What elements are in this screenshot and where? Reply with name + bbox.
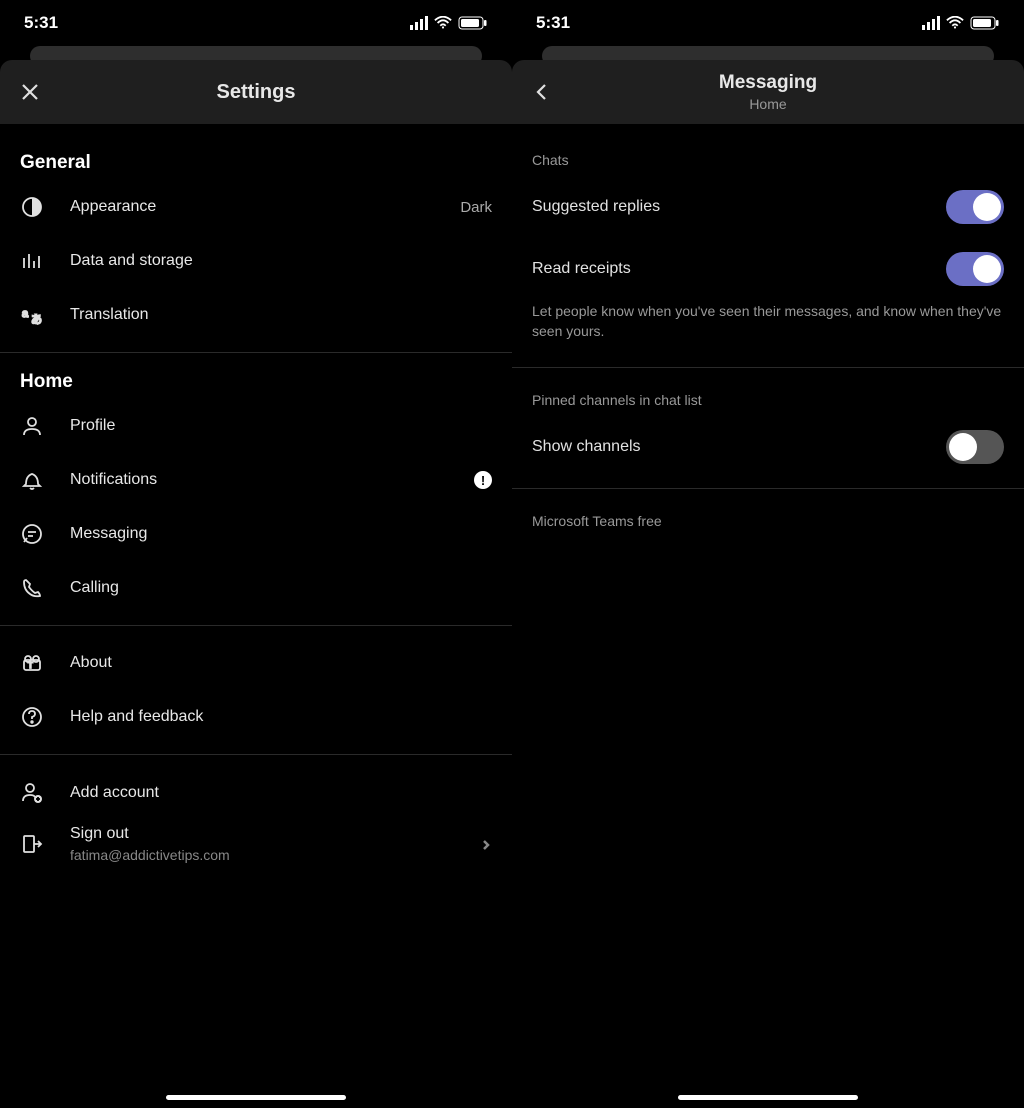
read-receipts-label: Read receipts — [532, 260, 946, 278]
appearance-icon — [20, 195, 44, 219]
suggested-replies-toggle[interactable] — [946, 190, 1004, 224]
sign-out-label: Sign out — [70, 825, 480, 843]
close-icon[interactable] — [18, 80, 42, 104]
translation-icon: aあ — [20, 303, 44, 327]
messaging-title: Messaging — [530, 72, 1006, 94]
status-bar: 5:31 — [0, 0, 512, 46]
svg-text:あ: あ — [31, 313, 42, 326]
signal-icon — [922, 16, 940, 30]
row-notifications[interactable]: Notifications ! — [0, 453, 512, 507]
section-pinned: Pinned channels in chat list — [512, 378, 1024, 416]
messaging-icon — [20, 522, 44, 546]
row-sign-out[interactable]: Sign out fatima@addictivetips.com — [0, 819, 512, 877]
translation-label: Translation — [70, 306, 492, 324]
section-home: Home — [0, 363, 512, 399]
battery-icon — [458, 16, 488, 30]
settings-screen: 5:31 Settings General Appearance Dark Da… — [0, 0, 512, 1108]
wifi-icon — [434, 16, 452, 30]
data-storage-icon — [20, 249, 44, 273]
suggested-replies-label: Suggested replies — [532, 198, 946, 216]
home-indicator[interactable] — [678, 1095, 858, 1100]
row-add-account[interactable]: Add account — [0, 765, 512, 819]
notifications-label: Notifications — [70, 471, 474, 489]
messaging-content[interactable]: Chats Suggested replies Read receipts Le… — [512, 124, 1024, 1108]
show-channels-label: Show channels — [532, 438, 946, 456]
row-help[interactable]: Help and feedback — [0, 690, 512, 744]
back-icon[interactable] — [530, 80, 554, 104]
notifications-icon — [20, 468, 44, 492]
wifi-icon — [946, 16, 964, 30]
settings-content[interactable]: General Appearance Dark Data and storage… — [0, 124, 512, 1108]
profile-label: Profile — [70, 417, 492, 435]
profile-icon — [20, 414, 44, 438]
row-profile[interactable]: Profile — [0, 399, 512, 453]
alert-badge: ! — [474, 471, 492, 489]
row-calling[interactable]: Calling — [0, 561, 512, 615]
help-icon — [20, 705, 44, 729]
status-time: 5:31 — [24, 13, 58, 33]
divider — [0, 625, 512, 626]
add-account-icon — [20, 781, 44, 805]
section-general: General — [0, 144, 512, 180]
calling-icon — [20, 576, 44, 600]
data-storage-label: Data and storage — [70, 252, 492, 270]
messaging-header: Messaging Home — [512, 60, 1024, 124]
row-read-receipts[interactable]: Read receipts — [512, 238, 1024, 300]
show-channels-toggle[interactable] — [946, 430, 1004, 464]
messaging-label: Messaging — [70, 525, 492, 543]
sign-out-email: fatima@addictivetips.com — [70, 847, 480, 863]
divider — [512, 367, 1024, 368]
svg-text:T: T — [28, 661, 33, 670]
sheet-stack — [10, 46, 502, 60]
row-suggested-replies[interactable]: Suggested replies — [512, 176, 1024, 238]
section-chats: Chats — [512, 152, 1024, 176]
signal-icon — [410, 16, 428, 30]
sign-out-icon — [20, 832, 44, 856]
sheet-stack — [522, 46, 1014, 60]
divider — [0, 754, 512, 755]
home-indicator[interactable] — [166, 1095, 346, 1100]
divider — [0, 352, 512, 353]
appearance-value: Dark — [460, 199, 492, 216]
settings-header: Settings — [0, 60, 512, 124]
about-icon: T — [20, 651, 44, 675]
status-right — [922, 16, 1000, 30]
read-receipts-helper: Let people know when you've seen their m… — [512, 300, 1024, 357]
row-data-storage[interactable]: Data and storage — [0, 234, 512, 288]
appearance-label: Appearance — [70, 198, 460, 216]
about-label: About — [70, 654, 492, 672]
help-label: Help and feedback — [70, 708, 492, 726]
row-show-channels[interactable]: Show channels — [512, 416, 1024, 478]
svg-text:a: a — [22, 308, 29, 320]
row-messaging[interactable]: Messaging — [0, 507, 512, 561]
chevron-right-icon — [480, 838, 492, 850]
status-right — [410, 16, 488, 30]
row-about[interactable]: T About — [0, 636, 512, 690]
row-translation[interactable]: aあ Translation — [0, 288, 512, 342]
status-time: 5:31 — [536, 13, 570, 33]
calling-label: Calling — [70, 579, 492, 597]
divider — [512, 488, 1024, 489]
status-bar: 5:31 — [512, 0, 1024, 46]
add-account-label: Add account — [70, 784, 492, 802]
messaging-subtitle: Home — [530, 96, 1006, 112]
footer-label: Microsoft Teams free — [512, 499, 1024, 537]
read-receipts-toggle[interactable] — [946, 252, 1004, 286]
settings-title: Settings — [18, 81, 494, 104]
battery-icon — [970, 16, 1000, 30]
row-appearance[interactable]: Appearance Dark — [0, 180, 512, 234]
messaging-screen: 5:31 Messaging Home Chats Suggested repl… — [512, 0, 1024, 1108]
